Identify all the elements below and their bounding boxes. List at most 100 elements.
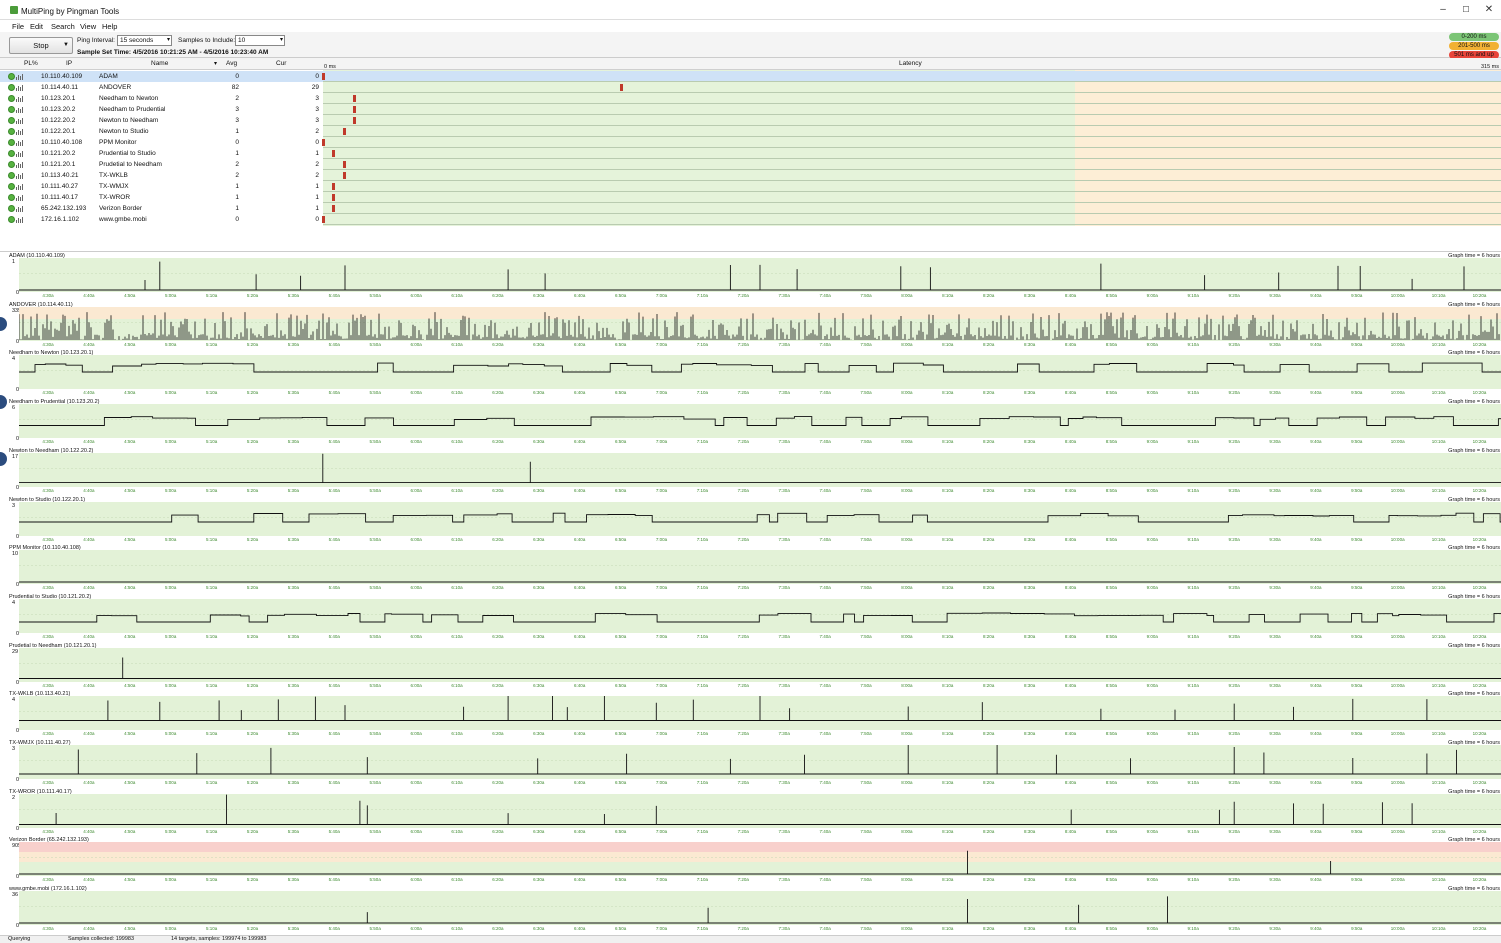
target-row[interactable]: 10.110.40.108 PPM Monitor 0 0 — [0, 137, 1501, 148]
critical-band — [19, 842, 1501, 853]
x-tick-label: 5:20a — [246, 439, 259, 445]
graph-plot[interactable] — [19, 696, 1501, 731]
menu-edit[interactable]: Edit — [30, 22, 43, 31]
menu-help[interactable]: Help — [102, 22, 117, 31]
target-row[interactable]: 10.111.40.17 TX-WROR 1 1 — [0, 192, 1501, 203]
target-row[interactable]: 10.122.20.2 Newton to Needham 3 3 — [0, 115, 1501, 126]
x-tick-label: 8:10a — [942, 877, 954, 883]
bar-chart-icon[interactable] — [16, 85, 23, 91]
ping-interval-select[interactable]: 15 seconds ▾ — [117, 35, 172, 46]
x-tick-label: 8:10a — [942, 926, 954, 932]
bar-chart-icon[interactable] — [16, 206, 23, 212]
target-row[interactable]: 10.114.40.11 ANDOVER 82 29 — [0, 82, 1501, 93]
timeline-graph[interactable]: TX-WROR (10.111.40.17) Graph time = 6 hou… — [0, 789, 1501, 837]
timeline-graph[interactable]: Verizon Border (65.242.132.193) Graph tim… — [0, 837, 1501, 885]
menu-search[interactable]: Search — [51, 22, 75, 31]
col-cur[interactable]: Cur — [276, 60, 286, 67]
x-tick-label: 9:10a — [1187, 585, 1199, 591]
timeline-graph[interactable]: Needham to Newton (10.123.20.1) Graph tim… — [0, 350, 1501, 398]
target-row[interactable]: 10.122.20.1 Newton to Studio 1 2 — [0, 126, 1501, 137]
graph-plot[interactable] — [19, 404, 1501, 439]
bar-chart-icon[interactable] — [16, 173, 23, 179]
graph-plot[interactable] — [19, 501, 1501, 536]
target-row[interactable]: 10.111.40.27 TX-WMJX 1 1 — [0, 181, 1501, 192]
bar-chart-icon[interactable] — [16, 140, 23, 146]
close-button[interactable]: ✕ — [1479, 4, 1499, 16]
timeline-graph[interactable]: Newton to Needham (10.122.20.2) Graph tim… — [0, 448, 1501, 496]
timeline-graph[interactable]: www.gmbe.mobi (172.16.1.102) Graph time =… — [0, 886, 1501, 934]
x-tick-label: 9:20a — [1228, 633, 1240, 639]
bar-chart-icon[interactable] — [16, 195, 23, 201]
x-tick-label: 10:10a — [1431, 390, 1446, 396]
col-name[interactable]: Name — [151, 60, 168, 67]
graph-plot[interactable] — [19, 258, 1501, 292]
timeline-graph[interactable]: Prudential to Studio (10.121.20.2) Graph … — [0, 594, 1501, 642]
graph-plot[interactable] — [19, 355, 1501, 390]
x-tick-label: 7:40a — [819, 585, 831, 591]
target-row[interactable]: 10.110.40.109 ADAM 0 0 — [0, 71, 1501, 82]
col-ip[interactable]: IP — [66, 60, 72, 67]
bar-chart-icon[interactable] — [16, 107, 23, 113]
target-row[interactable]: 172.16.1.102 www.gmbe.mobi 0 0 — [0, 214, 1501, 225]
bar-chart-icon[interactable] — [16, 96, 23, 102]
x-tick-label: 8:00a — [901, 487, 913, 493]
target-row[interactable]: 10.121.20.1 Prudetial to Needham 2 2 — [0, 159, 1501, 170]
col-latency[interactable]: Latency — [899, 60, 922, 67]
x-tick-label: 10:20a — [1472, 487, 1487, 493]
col-avg[interactable]: Avg — [226, 60, 237, 67]
x-tick-label: 5:20a — [246, 780, 259, 785]
x-tick-label: 10:10a — [1431, 682, 1446, 688]
timeline-graph[interactable]: Newton to Studio (10.122.20.1) Graph time… — [0, 497, 1501, 545]
bar-chart-icon[interactable] — [16, 217, 23, 223]
x-tick-label: 10:20a — [1472, 293, 1487, 298]
chevron-down-icon[interactable]: ▼ — [63, 38, 69, 53]
timeline-graph[interactable]: Prudetial to Needham (10.121.20.1) Graph … — [0, 643, 1501, 691]
graph-plot[interactable] — [19, 842, 1501, 877]
target-row[interactable]: 10.113.40.21 TX-WKLB 2 2 — [0, 170, 1501, 181]
x-tick-label: 10:00a — [1390, 536, 1405, 542]
graph-plot[interactable] — [19, 306, 1501, 341]
target-row[interactable]: 65.242.132.193 Verizon Border 1 1 — [0, 203, 1501, 214]
graph-plot[interactable] — [19, 452, 1501, 487]
timeline-graph[interactable]: PPM Monitor (10.110.40.108) Graph time = … — [0, 545, 1501, 593]
x-tick-label: 8:50a — [1105, 390, 1118, 396]
x-tick-label: 7:40a — [819, 926, 831, 932]
graph-plot[interactable] — [19, 891, 1501, 926]
menu-file[interactable]: File — [12, 22, 24, 31]
stop-button[interactable]: Stop ▼ — [9, 37, 73, 54]
x-tick-label: 6:30a — [533, 926, 545, 932]
bar-chart-icon[interactable] — [16, 184, 23, 190]
graph-plot[interactable] — [19, 745, 1501, 779]
graph-plot[interactable] — [19, 793, 1501, 828]
timeline-graph[interactable]: Needham to Prudential (10.123.20.2) Graph… — [0, 399, 1501, 447]
minimize-button[interactable]: – — [1433, 4, 1453, 16]
timeline-graph[interactable]: ADAM (10.110.40.109) Graph time = 6 hours… — [0, 253, 1501, 301]
x-tick-label: 4:50a — [124, 926, 136, 932]
bar-chart-icon[interactable] — [16, 151, 23, 157]
bar-chart-icon[interactable] — [16, 118, 23, 124]
maximize-button[interactable]: ☐ — [1456, 4, 1476, 16]
timeline-graph[interactable]: TX-WMJX (10.111.40.27) Graph time = 6 hou… — [0, 740, 1501, 788]
x-tick-label: 10:00a — [1390, 293, 1405, 298]
panel-separator[interactable] — [0, 226, 1501, 252]
bar-chart-icon[interactable] — [16, 162, 23, 168]
col-pl[interactable]: PL% — [24, 60, 38, 67]
graph-plot[interactable] — [19, 647, 1501, 682]
menu-view[interactable]: View — [80, 22, 96, 31]
x-tick-label: 9:20a — [1228, 487, 1240, 493]
timeline-graph[interactable]: TX-WKLB (10.113.40.21) Graph time = 6 hou… — [0, 691, 1501, 739]
bar-chart-icon[interactable] — [16, 74, 23, 80]
samples-select[interactable]: 10 ▾ — [235, 35, 285, 46]
timeline-graph[interactable]: ANDOVER (10.114.40.11) Graph time = 6 hou… — [0, 302, 1501, 350]
target-row[interactable]: 10.121.20.2 Prudential to Studio 1 1 — [0, 148, 1501, 159]
x-tick-label: 10:00a — [1390, 585, 1405, 591]
x-tick-label: 10:10a — [1431, 877, 1446, 883]
graph-plot[interactable] — [19, 598, 1501, 633]
latency-marker — [332, 150, 336, 157]
bar-chart-icon[interactable] — [16, 129, 23, 135]
target-row[interactable]: 10.123.20.2 Needham to Prudential 3 3 — [0, 104, 1501, 115]
target-row[interactable]: 10.123.20.1 Needham to Newton 2 3 — [0, 93, 1501, 104]
graph-plot[interactable] — [19, 550, 1501, 585]
x-tick-label: 5:50a — [369, 536, 381, 542]
x-tick-label: 6:50a — [614, 439, 627, 445]
